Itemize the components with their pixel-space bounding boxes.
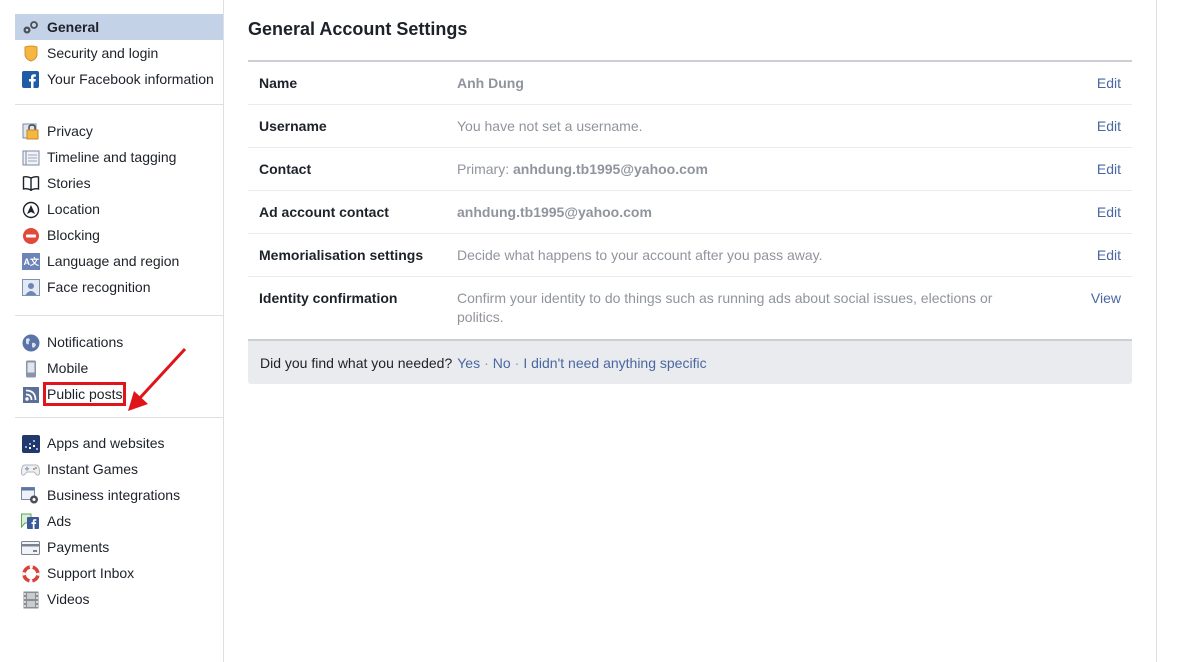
timeline-icon (21, 148, 40, 167)
film-icon (21, 590, 40, 609)
edit-name-button[interactable]: Edit (1041, 74, 1121, 104)
row-value: You have not set a username. (457, 118, 643, 134)
row-value: anhdung.tb1995@yahoo.com (457, 204, 652, 220)
feedback-question: Did you find what you needed? (260, 354, 453, 371)
sidebar-item-label: Location (47, 201, 100, 217)
globe-icon (21, 333, 40, 352)
language-icon: A文 (21, 252, 40, 271)
sidebar-item-label: Support Inbox (47, 565, 135, 581)
settings-row-username[interactable]: Username You have not set a username. Ed… (248, 105, 1132, 148)
sidebar-item-label: Instant Games (47, 461, 139, 477)
sidebar-item-mobile[interactable]: Mobile (15, 355, 223, 381)
sidebar-group-privacy: Privacy Timeline and tagging Stories Loc… (0, 118, 223, 300)
sidebar-item-label: Videos (47, 591, 90, 607)
sidebar-item-business-integrations[interactable]: Business integrations (15, 482, 223, 508)
gamepad-icon (21, 460, 40, 479)
separator: · (514, 354, 520, 371)
sidebar-item-timeline-and-tagging[interactable]: Timeline and tagging (15, 144, 223, 170)
row-value: Anh Dung (457, 75, 524, 91)
sidebar-item-stories[interactable]: Stories (15, 170, 223, 196)
edit-ad-account-contact-button[interactable]: Edit (1041, 203, 1121, 233)
row-value: Confirm your identity to do things such … (457, 290, 993, 325)
sidebar-item-privacy[interactable]: Privacy (15, 118, 223, 144)
sidebar-item-label: Face recognition (47, 279, 151, 295)
settings-row-name[interactable]: Name Anh Dung Edit (248, 62, 1132, 105)
sidebar-item-label: Privacy (47, 123, 93, 139)
sidebar-item-your-facebook-information[interactable]: Your Facebook information (15, 66, 223, 92)
edit-contact-button[interactable]: Edit (1041, 160, 1121, 190)
row-label: Username (259, 118, 327, 134)
row-label: Identity confirmation (259, 290, 398, 306)
sidebar-item-ads[interactable]: Ads (15, 508, 223, 534)
sidebar-item-videos[interactable]: Videos (15, 586, 223, 612)
sidebar-item-security[interactable]: Security and login (15, 40, 223, 66)
sidebar-item-location[interactable]: Location (15, 196, 223, 222)
sidebar-item-general[interactable]: General (15, 14, 223, 40)
face-icon (21, 278, 40, 297)
lifebuoy-icon (21, 564, 40, 583)
lock-icon (21, 122, 40, 141)
sidebar-item-label: Timeline and tagging (47, 149, 177, 165)
shield-icon (21, 44, 40, 63)
sidebar-item-instant-games[interactable]: Instant Games (15, 456, 223, 482)
sidebar-item-support-inbox[interactable]: Support Inbox (15, 560, 223, 586)
sidebar-item-label: Your Facebook information (47, 71, 214, 87)
sidebar-item-label: Ads (47, 513, 72, 529)
ads-icon (21, 512, 40, 531)
sidebar-item-label: Stories (47, 175, 91, 191)
sidebar-item-label: Blocking (47, 227, 100, 243)
main-content: General Account Settings Name Anh Dung E… (248, 0, 1132, 384)
gears-icon (21, 18, 40, 37)
book-icon (21, 174, 40, 193)
content-border (1156, 0, 1157, 662)
edit-username-button[interactable]: Edit (1041, 117, 1121, 147)
sidebar-item-notifications[interactable]: Notifications (15, 329, 223, 355)
settings-row-identity-confirmation[interactable]: Identity confirmation Confirm your ident… (248, 277, 1132, 339)
svg-text:A文: A文 (23, 256, 39, 267)
edit-memorialisation-button[interactable]: Edit (1041, 246, 1121, 276)
sidebar-item-apps-and-websites[interactable]: Apps and websites (15, 430, 223, 456)
sidebar-item-face-recognition[interactable]: Face recognition (15, 274, 223, 300)
row-value: Primary: anhdung.tb1995@yahoo.com (457, 161, 708, 177)
sidebar-item-label: Security and login (47, 45, 159, 61)
settings-table: Name Anh Dung Edit Username You have not… (248, 60, 1132, 339)
row-value: Decide what happens to your account afte… (457, 247, 823, 263)
feedback-not-needed-link[interactable]: I didn't need anything specific (523, 355, 706, 371)
settings-row-contact[interactable]: Contact Primary: anhdung.tb1995@yahoo.co… (248, 148, 1132, 191)
sidebar-item-label: Language and region (47, 253, 180, 269)
sidebar-group-apps: Apps and websites Instant Games Business… (0, 430, 223, 612)
settings-row-ad-account-contact[interactable]: Ad account contact anhdung.tb1995@yahoo.… (248, 191, 1132, 234)
apps-icon (21, 434, 40, 453)
sidebar-item-label: Business integrations (47, 487, 181, 503)
sidebar-item-language-and-region[interactable]: A文 Language and region (15, 248, 223, 274)
page-title: General Account Settings (248, 19, 468, 39)
settings-row-memorialisation[interactable]: Memorialisation settings Decide what hap… (248, 234, 1132, 277)
settings-sidebar: General Security and login Your Facebook… (0, 0, 224, 662)
facebook-icon (21, 70, 40, 89)
separator: · (484, 354, 489, 371)
rss-icon (21, 385, 40, 404)
sidebar-item-label: General (47, 19, 100, 35)
row-label: Contact (259, 161, 312, 177)
feedback-bar: Did you find what you needed? Yes · No ·… (248, 339, 1132, 384)
row-label: Name (259, 75, 298, 91)
row-label: Ad account contact (259, 204, 389, 220)
annotation-arrow-icon (128, 347, 187, 411)
block-icon (21, 226, 40, 245)
row-label: Memorialisation settings (259, 247, 424, 263)
feedback-no-link[interactable]: No (493, 355, 511, 371)
card-icon (21, 538, 40, 557)
annotation-highlight-box: Public posts (42, 382, 127, 406)
view-identity-confirmation-button[interactable]: View (1081, 289, 1121, 339)
mobile-icon (21, 359, 40, 378)
sidebar-item-label: Payments (47, 539, 110, 555)
sidebar-item-label: Apps and websites (47, 435, 165, 451)
sidebar-item-payments[interactable]: Payments (15, 534, 223, 560)
location-icon (21, 200, 40, 219)
sidebar-item-blocking[interactable]: Blocking (15, 222, 223, 248)
business-gear-icon (21, 486, 40, 505)
sidebar-group-account: General Security and login Your Facebook… (0, 14, 223, 92)
sidebar-item-public-posts[interactable]: Public posts (15, 381, 223, 407)
feedback-yes-link[interactable]: Yes (457, 355, 480, 371)
